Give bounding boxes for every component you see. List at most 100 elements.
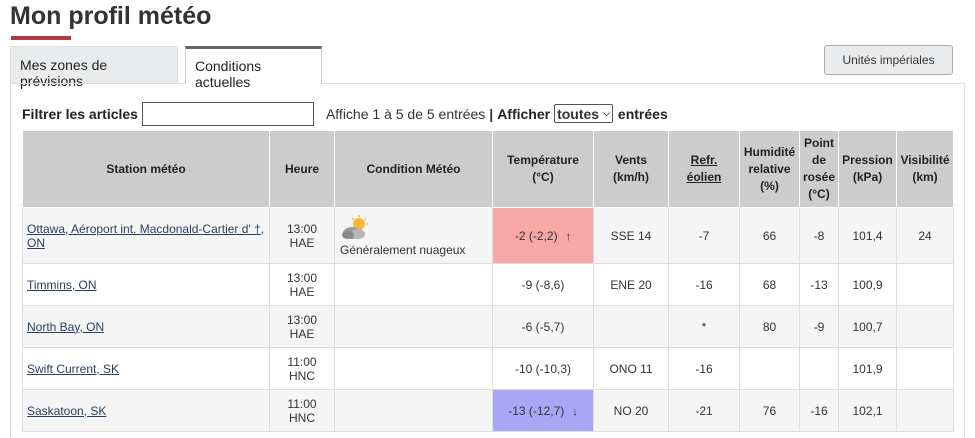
humidity-cell: 66	[739, 207, 800, 264]
station-link[interactable]: Timmins, ON	[27, 278, 97, 292]
condition-cell	[334, 389, 493, 432]
time-cell: 11:00 HNC	[269, 347, 335, 390]
humidity-cell: 76	[739, 389, 800, 432]
table-row: Timmins, ON 13:00 HAE -9 (-8,6) ENE 20 -1…	[22, 263, 955, 306]
col-header-temperature[interactable]: Température (°C)	[492, 130, 594, 208]
table-row: Ottawa, Aéroport int. Macdonald-Cartier …	[22, 207, 955, 264]
dewpoint-cell: -9	[798, 305, 840, 348]
page-title: Mon profil météo	[10, 2, 212, 30]
station-link[interactable]: Swift Current, SK	[27, 362, 119, 376]
dewpoint-cell: -16	[798, 389, 840, 432]
visibility-cell	[896, 389, 955, 432]
temperature-value: -2 (-2,2)	[514, 228, 558, 243]
title-underline	[11, 36, 71, 40]
entries-label: entrées	[617, 105, 668, 122]
condition-cell	[334, 347, 493, 390]
temperature-cell: -10 (-10,3)	[492, 347, 594, 390]
time-cell: 13:00 HAE	[269, 207, 335, 264]
wind-cell: NO 20	[593, 389, 669, 432]
arrow-down-icon: ↓	[572, 405, 578, 418]
pressure-cell: 102,1	[838, 389, 898, 432]
timezone-value: HAE	[289, 284, 315, 299]
humidity-cell	[739, 347, 800, 390]
time-value: 11:00	[287, 354, 317, 369]
time-cell: 13:00 HAE	[269, 263, 335, 306]
temperature-cell: -9 (-8,6)	[492, 263, 594, 306]
dewpoint-cell: -13	[798, 263, 840, 306]
time-value: 11:00	[287, 396, 317, 411]
station-cell: Ottawa, Aéroport int. Macdonald-Cartier …	[22, 207, 270, 264]
time-value: 13:00	[286, 312, 318, 327]
condition-cell: Généralement nuageux	[334, 207, 493, 264]
show-label: Afficher	[497, 105, 551, 122]
humidity-cell: 68	[739, 263, 800, 306]
dewpoint-cell: -8	[798, 207, 840, 264]
tab-current-conditions[interactable]: Conditions actuelles	[185, 46, 322, 90]
arrow-up-icon: ↑	[565, 230, 572, 243]
table-row: Saskatoon, SK 11:00 HNC -13 (-12,7) ↓ NO 2…	[22, 389, 955, 432]
visibility-cell: 24	[896, 207, 955, 264]
filter-label: Filtrer les articles	[22, 105, 138, 122]
time-cell: 11:00 HNC	[269, 389, 335, 432]
station-link[interactable]: Saskatoon, SK	[27, 404, 106, 418]
table-row: Swift Current, SK 11:00 HNC -10 (-10,3) O…	[22, 347, 955, 390]
station-link[interactable]: Ottawa, Aéroport int. Macdonald-Cartier …	[27, 222, 264, 250]
chevron-down-icon: ⌵	[603, 108, 610, 118]
separator: |	[489, 105, 494, 122]
wind-chill-cell: -7	[668, 207, 740, 264]
timezone-value: HAE	[289, 326, 315, 341]
show-entries-value: toutes	[557, 105, 600, 122]
station-cell: North Bay, ON	[22, 305, 270, 348]
timezone-value: HNC	[289, 410, 315, 425]
col-header-pressure[interactable]: Pression (kPa)	[838, 130, 898, 208]
entries-info: Affiche 1 à 5 de 5 entrées	[325, 105, 486, 122]
col-header-visibility[interactable]: Visibilité (km)	[896, 130, 955, 208]
col-header-dewpoint[interactable]: Point de rosée (°C)	[798, 130, 840, 208]
pressure-cell: 100,7	[838, 305, 898, 348]
imperial-units-button[interactable]: Unités impériales	[824, 45, 953, 75]
col-header-condition[interactable]: Condition Météo	[334, 130, 493, 208]
timezone-value: HAE	[289, 235, 315, 250]
table-row: North Bay, ON 13:00 HAE -6 (-5,7) * 80 -9…	[22, 305, 955, 348]
condition-text: Généralement nuageux	[340, 242, 466, 257]
wind-chill-cell: -21	[668, 389, 740, 432]
visibility-cell	[896, 305, 955, 348]
conditions-table: Station météo Heure Condition Météo Temp…	[22, 130, 955, 432]
temperature-value: -10 (-10,3)	[514, 361, 572, 376]
condition-cell	[334, 305, 493, 348]
station-cell: Saskatoon, SK	[22, 389, 270, 432]
temperature-value: -6 (-5,7)	[521, 319, 565, 334]
pressure-cell: 101,9	[838, 347, 898, 390]
col-header-wind-chill[interactable]: Refr. éolien	[668, 130, 740, 208]
station-cell: Timmins, ON	[22, 263, 270, 306]
dewpoint-cell	[798, 347, 840, 390]
visibility-cell	[896, 263, 955, 306]
wind-chill-cell: *	[668, 305, 740, 348]
filter-input[interactable]	[141, 101, 314, 126]
tab-forecast-zones[interactable]: Mes zones de prévisions	[10, 46, 178, 89]
col-header-wind[interactable]: Vents (km/h)	[593, 130, 669, 208]
temperature-value: -9 (-8,6)	[521, 277, 565, 292]
pressure-cell: 100,9	[838, 263, 898, 306]
col-header-station[interactable]: Station météo	[22, 130, 270, 208]
col-header-humidity[interactable]: Humidité relative (%)	[739, 130, 800, 208]
show-entries-select[interactable]: toutes ⌵	[554, 104, 613, 123]
pressure-cell: 101,4	[838, 207, 898, 264]
wind-chill-cell: -16	[668, 347, 740, 390]
temperature-value: -13 (-12,7)	[508, 403, 565, 418]
wind-cell: ENE 20	[593, 263, 669, 306]
time-cell: 13:00 HAE	[269, 305, 335, 348]
station-link[interactable]: North Bay, ON	[27, 320, 104, 334]
temperature-cell: -13 (-12,7) ↓	[492, 389, 594, 432]
humidity-cell: 80	[739, 305, 800, 348]
condition-cell	[334, 263, 493, 306]
filter-bar: Filtrer les articles Affiche 1 à 5 de 5 …	[22, 101, 668, 126]
time-value: 13:00	[286, 221, 318, 236]
temperature-cell: -2 (-2,2) ↑	[492, 207, 594, 264]
wind-chill-link[interactable]: Refr. éolien	[687, 153, 722, 184]
col-header-time[interactable]: Heure	[269, 130, 335, 208]
wind-cell: ONO 11	[593, 347, 669, 390]
wind-cell	[593, 305, 669, 348]
timezone-value: HNC	[289, 368, 315, 383]
partly-cloudy-icon	[342, 214, 368, 239]
